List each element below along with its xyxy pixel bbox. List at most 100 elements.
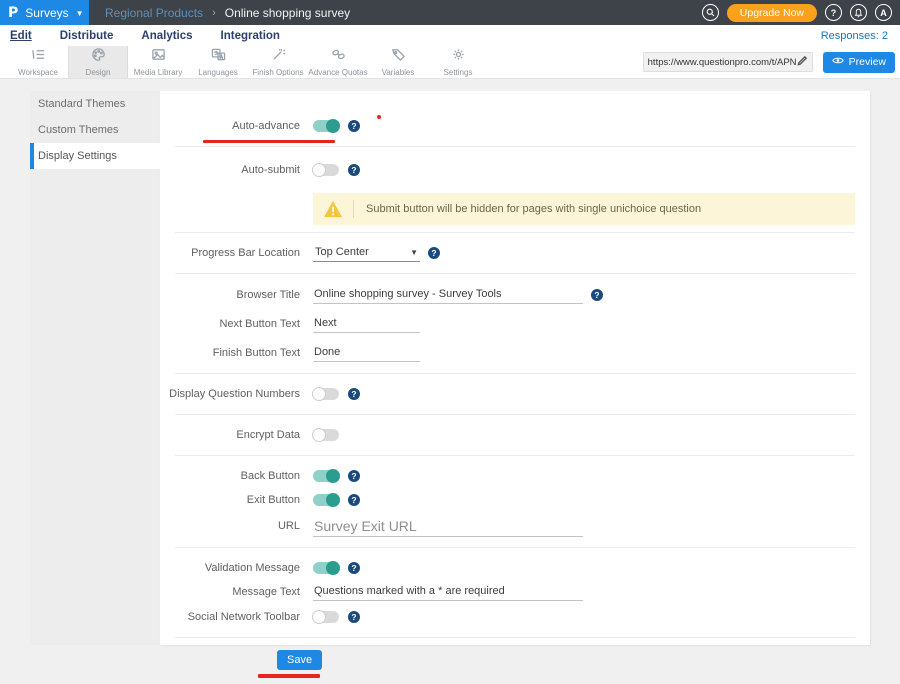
browser-title-row: Browser Title ? [160,282,870,308]
encrypt-data-toggle[interactable] [313,429,339,441]
nav-tab-edit[interactable]: Edit [8,30,46,42]
preview-button[interactable]: Preview [823,52,895,73]
social-network-toolbar-help-icon[interactable]: ? [348,611,360,623]
sidebar-item-display-settings[interactable]: Display Settings [30,143,160,169]
edit-toolbar: Workspace Design Media Library Languages… [0,46,900,79]
variables-tag-icon [391,47,406,67]
top-header-bar: P Surveys ▼ Regional Products › Online s… [0,0,900,25]
validation-message-help-icon[interactable]: ? [348,562,360,574]
section-divider [175,414,855,415]
section-divider [175,146,855,147]
browser-title-label: Browser Title [160,289,300,301]
themes-sidebar: Standard Themes Custom Themes Display Se… [30,91,160,645]
auto-advance-toggle[interactable] [313,120,339,132]
message-text-label: Message Text [160,586,300,598]
breadcrumb-survey-name: Online shopping survey [225,6,350,20]
annotation-red-dot [377,115,381,119]
auto-submit-toggle[interactable] [313,164,339,176]
languages-icon [211,47,226,67]
progress-bar-location-select[interactable]: Top Center ▼ [313,244,420,262]
toolbar-item-settings[interactable]: Settings [428,46,488,78]
progress-bar-location-row: Progress Bar Location Top Center ▼ ? [160,240,870,266]
survey-url-input[interactable] [648,57,797,68]
exit-url-input[interactable] [313,516,583,537]
toolbar-item-media-library[interactable]: Media Library [128,46,188,78]
back-button-help-icon[interactable]: ? [348,470,360,482]
back-button-toggle[interactable] [313,470,339,482]
breadcrumb-folder[interactable]: Regional Products [105,6,203,20]
edit-url-pencil-icon[interactable] [797,53,808,71]
social-network-toolbar-toggle[interactable] [313,611,339,623]
browser-title-help-icon[interactable]: ? [591,289,603,301]
help-button[interactable]: ? [825,4,842,21]
search-icon[interactable] [702,4,719,21]
annotation-red-underline-save [258,674,320,678]
finish-button-text-row: Finish Button Text [160,340,870,366]
avatar[interactable]: A [875,4,892,21]
nav-tab-distribute[interactable]: Distribute [46,30,128,42]
display-settings-panel: Auto-advance ? Auto-submit ? Submit butt… [160,91,870,645]
surveys-product-menu[interactable]: P Surveys ▼ [0,0,89,25]
section-divider [175,547,855,548]
survey-section-nav: Edit Distribute Analytics Integration Re… [0,25,900,46]
exit-button-label: Exit Button [160,494,300,506]
validation-message-toggle[interactable] [313,562,339,574]
chevron-down-icon: ▼ [76,9,84,18]
exit-url-label: URL [160,520,300,532]
warning-text: Submit button will be hidden for pages w… [366,203,701,215]
auto-submit-row: Auto-submit ? [160,157,870,183]
annotation-red-underline [203,140,335,143]
settings-gear-icon [451,47,466,67]
progress-bar-help-icon[interactable]: ? [428,247,440,259]
exit-url-row: URL [160,512,870,540]
section-divider [175,232,855,233]
toolbar-item-variables[interactable]: Variables [368,46,428,78]
encrypt-data-label: Encrypt Data [160,429,300,441]
nav-tab-analytics[interactable]: Analytics [127,30,206,42]
toolbar-item-design[interactable]: Design [68,46,128,78]
validation-message-row: Validation Message ? [160,556,870,580]
workspace-icon [31,47,46,67]
nav-tab-integration[interactable]: Integration [207,30,294,42]
section-divider [175,273,855,274]
design-content-area: Standard Themes Custom Themes Display Se… [0,79,900,653]
exit-button-toggle[interactable] [313,494,339,506]
display-question-numbers-help-icon[interactable]: ? [348,388,360,400]
warning-triangle-icon [323,200,343,218]
advance-quotas-links-icon [331,47,346,67]
auto-submit-warning-banner: Submit button will be hidden for pages w… [313,193,855,225]
responses-count[interactable]: Responses: 2 [821,30,892,42]
finish-button-text-input[interactable] [313,344,420,362]
auto-submit-label: Auto-submit [160,164,300,176]
auto-submit-help-icon[interactable]: ? [348,164,360,176]
toolbar-item-advance-quotas[interactable]: Advance Quotas [308,46,368,78]
toolbar-item-workspace[interactable]: Workspace [8,46,68,78]
sidebar-item-standard-themes[interactable]: Standard Themes [30,91,160,117]
toolbar-item-languages[interactable]: Languages [188,46,248,78]
display-question-numbers-label: Display Question Numbers [160,388,300,400]
survey-url-field[interactable] [643,52,813,72]
warning-divider [353,200,354,218]
next-button-text-input[interactable] [313,315,420,333]
section-divider [175,373,855,374]
upgrade-now-button[interactable]: Upgrade Now [727,4,817,22]
display-question-numbers-toggle[interactable] [313,388,339,400]
sidebar-item-custom-themes[interactable]: Custom Themes [30,117,160,143]
auto-advance-help-icon[interactable]: ? [348,120,360,132]
section-divider [175,455,855,456]
exit-button-help-icon[interactable]: ? [348,494,360,506]
back-button-row: Back Button ? [160,464,870,488]
auto-advance-label: Auto-advance [160,120,300,132]
encrypt-data-row: Encrypt Data [160,422,870,448]
display-question-numbers-row: Display Question Numbers ? [160,381,870,407]
finish-options-wand-icon [271,47,286,67]
notifications-bell-icon[interactable] [850,4,867,21]
message-text-input[interactable] [313,583,583,601]
design-palette-icon [91,47,106,67]
select-caret-icon: ▼ [410,248,418,257]
browser-title-input[interactable] [313,286,583,304]
toolbar-item-finish-options[interactable]: Finish Options [248,46,308,78]
validation-message-label: Validation Message [160,562,300,574]
save-button[interactable]: Save [277,650,322,670]
media-library-icon [151,47,166,67]
